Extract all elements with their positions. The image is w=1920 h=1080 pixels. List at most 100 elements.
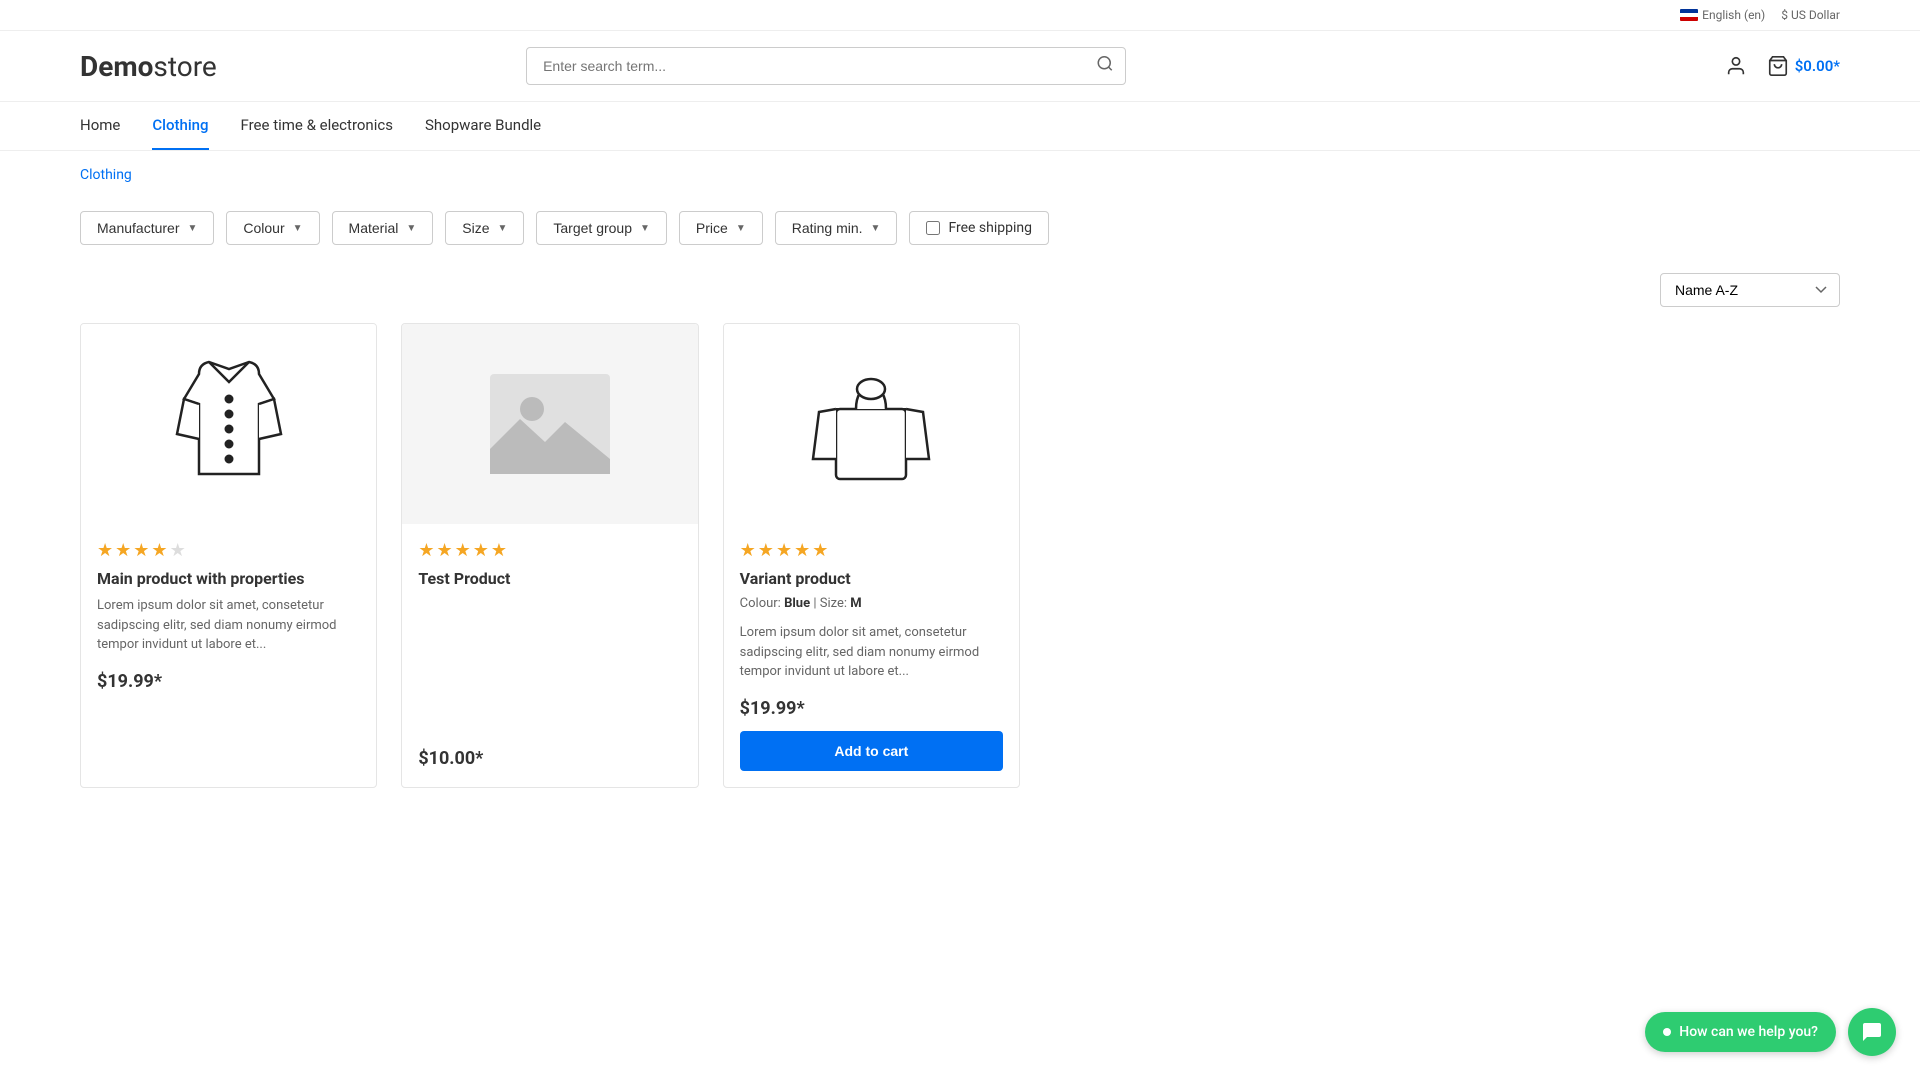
chevron-down-icon: ▼ xyxy=(406,223,416,234)
search-icon xyxy=(1096,55,1114,73)
chevron-down-icon: ▼ xyxy=(187,223,197,234)
language-label: English (en) xyxy=(1702,8,1765,22)
breadcrumb: Clothing xyxy=(0,151,1920,191)
filters-bar: Manufacturer ▼ Colour ▼ Material ▼ Size … xyxy=(0,191,1920,265)
chat-widget: How can we help you? xyxy=(1645,1008,1896,1056)
cart-price: $0.00* xyxy=(1795,57,1840,75)
star-rating: ★ ★ ★ ★ ★ xyxy=(418,540,681,561)
product-variant: Colour: Blue | Size: M xyxy=(740,596,1003,611)
header-actions: $0.00* xyxy=(1725,55,1840,77)
star: ★ xyxy=(794,540,810,561)
account-icon xyxy=(1725,55,1747,77)
nav-item-clothing[interactable]: Clothing xyxy=(152,102,208,150)
chevron-down-icon: ▼ xyxy=(497,223,507,234)
logo-store: store xyxy=(153,50,216,83)
star-rating: ★ ★ ★ ★ ★ xyxy=(97,540,360,561)
star: ★ xyxy=(740,540,756,561)
sweater-image xyxy=(791,344,951,504)
add-to-cart-button[interactable]: Add to cart xyxy=(740,731,1003,771)
chat-icon xyxy=(1860,1020,1884,1044)
star: ★ xyxy=(170,540,186,561)
star: ★ xyxy=(133,540,149,561)
cart-icon xyxy=(1767,55,1789,77)
star: ★ xyxy=(812,540,828,561)
star: ★ xyxy=(491,540,507,561)
chat-bubble-label: How can we help you? xyxy=(1679,1024,1818,1040)
filter-size-label: Size xyxy=(462,220,489,236)
logo[interactable]: Demostore xyxy=(80,50,217,83)
filter-rating-label: Rating min. xyxy=(792,220,863,236)
product-description: Lorem ipsum dolor sit amet, consetetur s… xyxy=(740,623,1003,682)
sort-bar: Name A-Z Name Z-A Price ascending Price … xyxy=(0,265,1920,323)
placeholder-image xyxy=(490,374,610,474)
language-selector[interactable]: English (en) xyxy=(1680,8,1765,22)
star: ★ xyxy=(115,540,131,561)
product-card[interactable]: ★ ★ ★ ★ ★ Main product with properties L… xyxy=(80,323,377,788)
chat-bubble-button[interactable]: How can we help you? xyxy=(1645,1012,1836,1052)
header: Demostore $0.00* xyxy=(0,31,1920,102)
product-grid: ★ ★ ★ ★ ★ Main product with properties L… xyxy=(0,323,1100,828)
star: ★ xyxy=(473,540,489,561)
filter-target-group[interactable]: Target group ▼ xyxy=(536,211,667,245)
filter-target-group-label: Target group xyxy=(553,220,632,236)
product-name: Main product with properties xyxy=(97,569,360,588)
sort-select[interactable]: Name A-Z Name Z-A Price ascending Price … xyxy=(1660,273,1840,307)
filter-free-shipping[interactable]: Free shipping xyxy=(909,211,1049,245)
product-body: ★ ★ ★ ★ ★ Variant product Colour: Blue |… xyxy=(724,524,1019,787)
filter-price[interactable]: Price ▼ xyxy=(679,211,763,245)
filter-size[interactable]: Size ▼ xyxy=(445,211,524,245)
star: ★ xyxy=(151,540,167,561)
filter-manufacturer[interactable]: Manufacturer ▼ xyxy=(80,211,214,245)
flag-icon xyxy=(1680,9,1698,21)
product-name: Variant product xyxy=(740,569,1003,588)
search-input[interactable] xyxy=(526,47,1126,85)
search-button[interactable] xyxy=(1096,55,1114,78)
variant-size: M xyxy=(850,596,861,611)
main-nav: Home Clothing Free time & electronics Sh… xyxy=(0,102,1920,151)
star: ★ xyxy=(758,540,774,561)
chevron-down-icon: ▼ xyxy=(736,223,746,234)
filter-colour-label: Colour xyxy=(243,220,284,236)
breadcrumb-link[interactable]: Clothing xyxy=(80,167,132,183)
product-card[interactable]: ★ ★ ★ ★ ★ Test Product $10.00* xyxy=(401,323,698,788)
filter-material[interactable]: Material ▼ xyxy=(332,211,434,245)
product-price: $19.99* xyxy=(97,671,360,692)
filter-rating[interactable]: Rating min. ▼ xyxy=(775,211,898,245)
chat-icon-button[interactable] xyxy=(1848,1008,1896,1056)
nav-item-shopware-bundle[interactable]: Shopware Bundle xyxy=(425,102,541,150)
chevron-down-icon: ▼ xyxy=(640,223,650,234)
product-price: $10.00* xyxy=(418,748,681,769)
search-container xyxy=(526,47,1126,85)
nav-item-free-time[interactable]: Free time & electronics xyxy=(241,102,393,150)
cart-button[interactable]: $0.00* xyxy=(1767,55,1840,77)
free-shipping-checkbox[interactable] xyxy=(926,221,940,235)
currency-label: $ US Dollar xyxy=(1781,8,1840,22)
star: ★ xyxy=(418,540,434,561)
product-image xyxy=(81,324,376,524)
star: ★ xyxy=(776,540,792,561)
product-description: Lorem ipsum dolor sit amet, consetetur s… xyxy=(97,596,360,655)
star-rating: ★ ★ ★ ★ ★ xyxy=(740,540,1003,561)
free-shipping-label: Free shipping xyxy=(948,220,1032,236)
product-name: Test Product xyxy=(418,569,681,588)
nav-item-home[interactable]: Home xyxy=(80,102,120,150)
star: ★ xyxy=(97,540,113,561)
chevron-down-icon: ▼ xyxy=(871,223,881,234)
product-body: ★ ★ ★ ★ ★ Main product with properties L… xyxy=(81,524,376,708)
variant-colour: Blue xyxy=(784,596,810,611)
filter-manufacturer-label: Manufacturer xyxy=(97,220,179,236)
account-button[interactable] xyxy=(1725,55,1747,77)
star: ★ xyxy=(455,540,471,561)
jacket-image xyxy=(149,344,309,504)
product-card[interactable]: ★ ★ ★ ★ ★ Variant product Colour: Blue |… xyxy=(723,323,1020,788)
logo-demo: Demo xyxy=(80,50,153,83)
chat-online-dot xyxy=(1663,1028,1671,1036)
filter-colour[interactable]: Colour ▼ xyxy=(226,211,319,245)
filter-price-label: Price xyxy=(696,220,728,236)
product-body: ★ ★ ★ ★ ★ Test Product $10.00* xyxy=(402,524,697,785)
product-image xyxy=(402,324,697,524)
chevron-down-icon: ▼ xyxy=(293,223,303,234)
top-bar: English (en) $ US Dollar xyxy=(0,0,1920,31)
filter-material-label: Material xyxy=(349,220,399,236)
product-image xyxy=(724,324,1019,524)
